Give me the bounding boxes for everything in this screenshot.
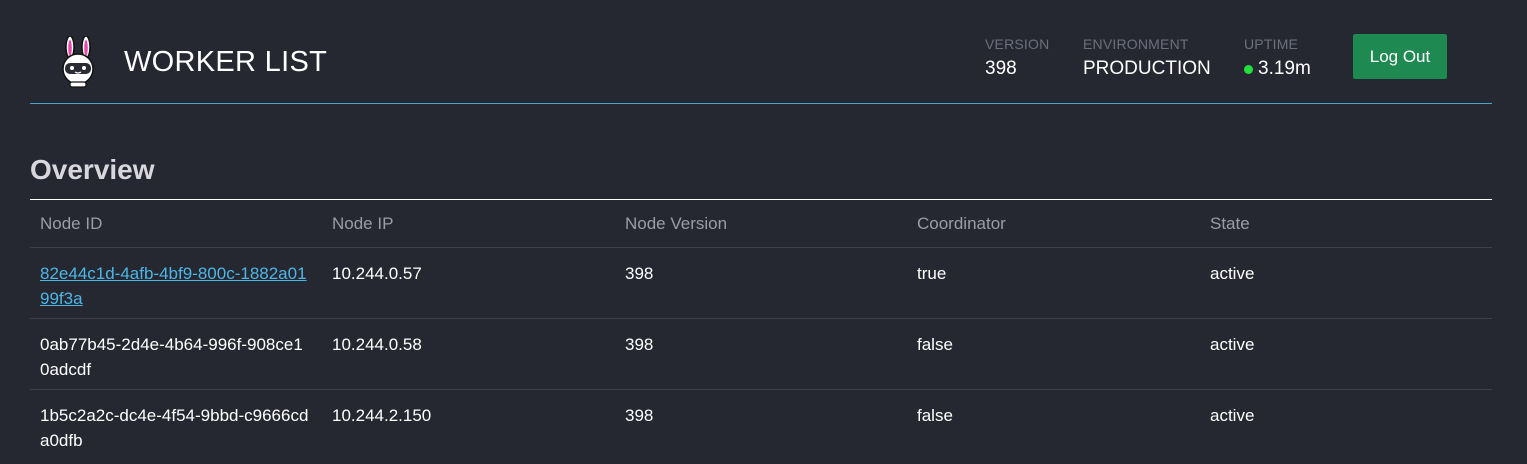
coordinator-cell: true: [917, 264, 947, 283]
environment-stat: ENVIRONMENT PRODUCTION: [1083, 36, 1211, 80]
node-id-cell: 1b5c2a2c-dc4e-4f54-9bbd-c9666cda0dfb: [40, 406, 309, 450]
table-row: 1b5c2a2c-dc4e-4f54-9bbd-c9666cda0dfb 10.…: [30, 390, 1492, 460]
node-ip-cell: 10.244.0.58: [332, 335, 422, 354]
bunny-astronaut-logo-icon: [62, 36, 94, 88]
column-header-node-id: Node ID: [40, 214, 103, 233]
status-dot-icon: [1244, 64, 1253, 74]
node-ip-cell: 10.244.2.150: [332, 406, 432, 425]
column-header-node-version: Node Version: [625, 214, 728, 233]
worker-table: Node ID Node IP Node Version Coordinator…: [30, 199, 1492, 460]
environment-value: PRODUCTION: [1083, 58, 1211, 79]
column-header-node-ip: Node IP: [332, 214, 394, 233]
environment-label: ENVIRONMENT: [1083, 36, 1189, 52]
state-cell: active: [1210, 264, 1255, 283]
node-id-link[interactable]: 82e44c1d-4afb-4bf9-800c-1882a0199f3a: [40, 264, 307, 308]
node-version-cell: 398: [625, 406, 654, 425]
uptime-stat: UPTIME 3.19m: [1244, 36, 1311, 80]
overview-title: Overview: [30, 154, 155, 185]
worker-list-page: WORKER LIST VERSION 398 ENVIRONMENT PROD…: [0, 0, 1527, 464]
column-header-state: State: [1210, 214, 1250, 233]
app-header: WORKER LIST VERSION 398 ENVIRONMENT PROD…: [30, 0, 1492, 104]
state-cell: active: [1210, 335, 1255, 354]
version-label: VERSION: [985, 36, 1050, 52]
uptime-label: UPTIME: [1244, 36, 1299, 52]
node-id-cell: 82e44c1d-4afb-4bf9-800c-1882a0199f3a: [30, 248, 322, 318]
version-value: 398: [985, 58, 1017, 79]
node-id-cell: 0ab77b45-2d4e-4b64-996f-908ce10adcdf: [40, 335, 303, 379]
table-header-row: Node ID Node IP Node Version Coordinator…: [30, 200, 1492, 248]
version-stat: VERSION 398: [985, 36, 1049, 80]
page-title: WORKER LIST: [124, 46, 328, 78]
state-cell: active: [1210, 406, 1255, 425]
column-header-coordinator: Coordinator: [917, 214, 1006, 233]
coordinator-cell: false: [917, 335, 953, 354]
node-version-cell: 398: [625, 335, 654, 354]
table-row: 0ab77b45-2d4e-4b64-996f-908ce10adcdf 10.…: [30, 319, 1492, 390]
table-row: 82e44c1d-4afb-4bf9-800c-1882a0199f3a 10.…: [30, 248, 1492, 319]
node-ip-cell: 10.244.0.57: [332, 264, 422, 283]
uptime-value: 3.19m: [1244, 58, 1311, 80]
coordinator-cell: false: [917, 406, 953, 425]
node-version-cell: 398: [625, 264, 654, 283]
logout-button[interactable]: Log Out: [1353, 34, 1447, 79]
